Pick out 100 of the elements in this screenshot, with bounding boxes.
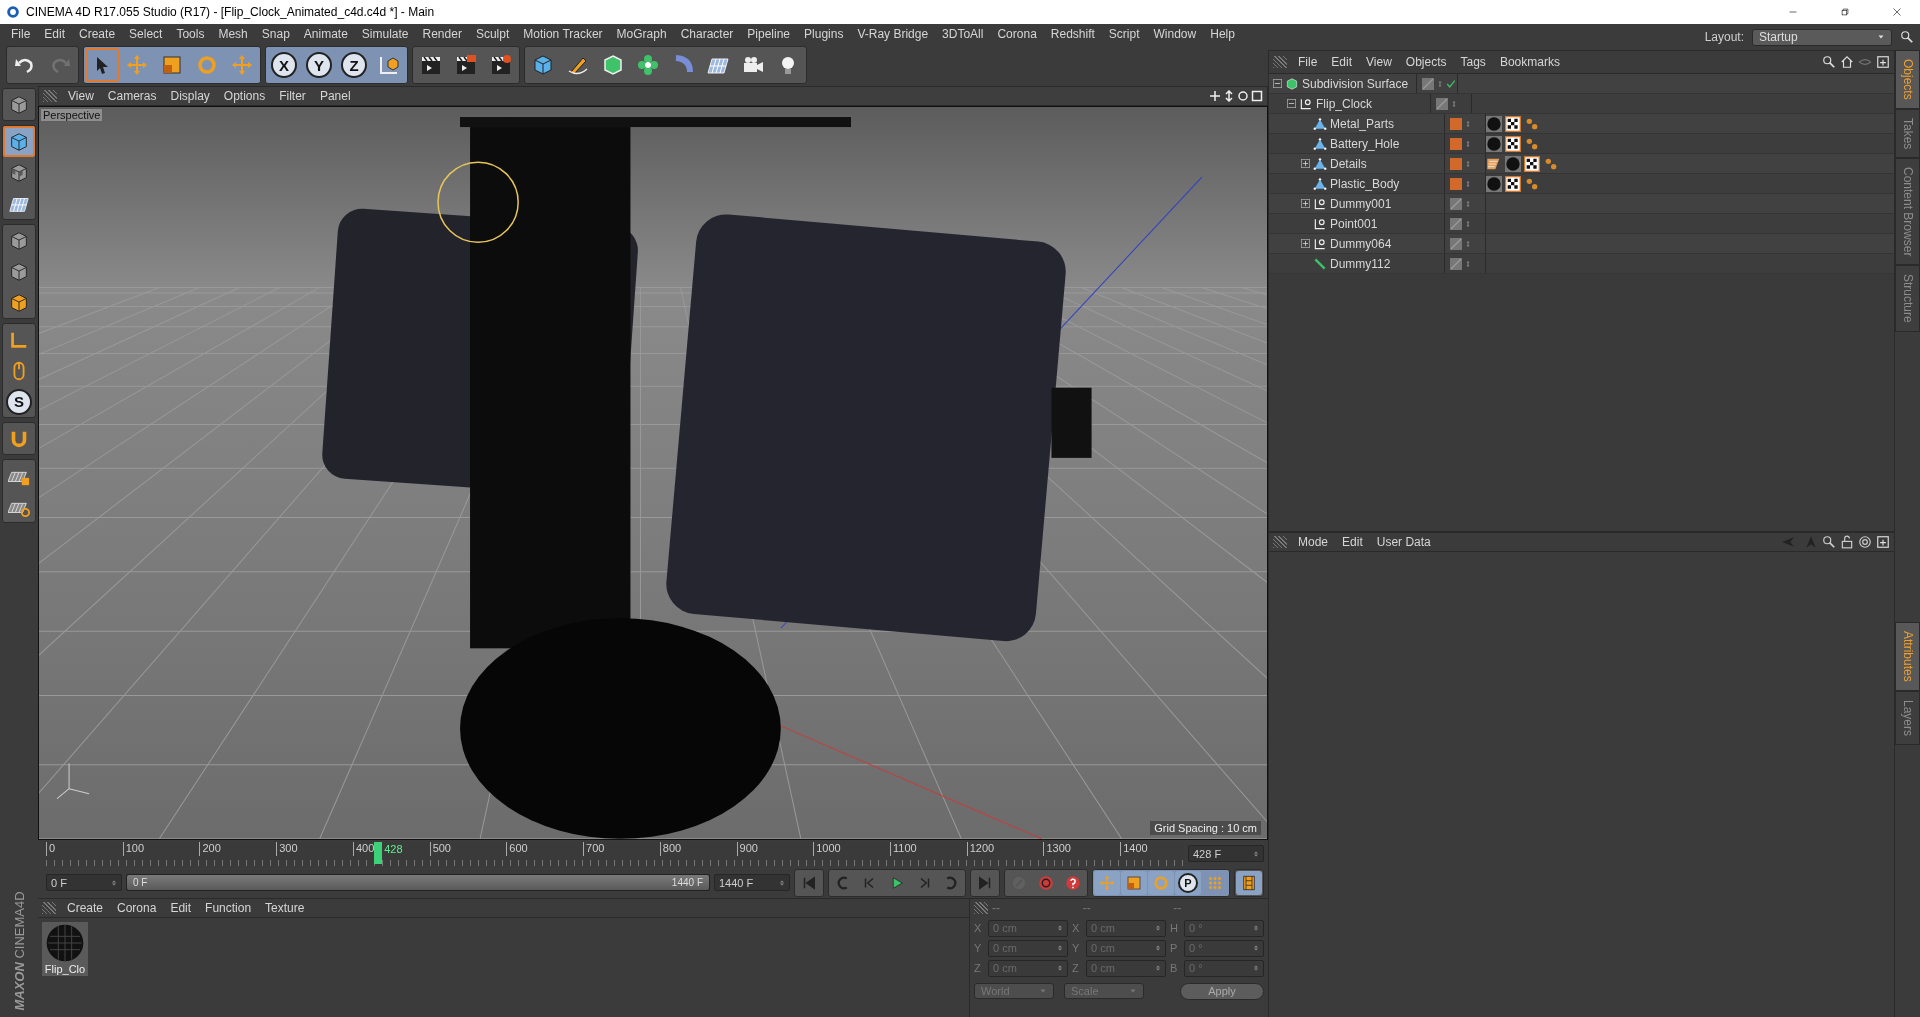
menu-item[interactable]: File (4, 27, 38, 41)
menu-item[interactable]: Filter (272, 89, 313, 103)
object-row[interactable]: Details (1269, 154, 1894, 174)
menu-item[interactable]: Mesh (211, 27, 255, 41)
menu-item[interactable]: Simulate (354, 27, 416, 41)
material-swatch[interactable]: Flip_Clo (42, 921, 88, 976)
menu-item[interactable]: Tags (1453, 55, 1493, 69)
material-tag-icon (1486, 115, 1502, 132)
expand-icon[interactable] (1301, 239, 1310, 248)
cube-button[interactable] (3, 126, 35, 157)
object-row[interactable]: Battery_Hole (1269, 134, 1894, 154)
menu-item[interactable]: Texture (258, 900, 312, 915)
panel-grip (974, 901, 988, 914)
object-row[interactable]: Dummy112 (1269, 254, 1894, 274)
menu-item[interactable]: Character (673, 27, 741, 41)
menu-item[interactable]: Redshift (1043, 27, 1102, 41)
axis-letter-button[interactable]: P (1175, 870, 1201, 895)
menu-item[interactable]: User Data (1369, 535, 1438, 549)
tick-label: 900 (736, 841, 758, 856)
collapse-icon[interactable] (1287, 99, 1296, 108)
axis-label: P (1170, 942, 1179, 955)
axis-label: X (1072, 922, 1081, 935)
playhead-marker[interactable] (374, 841, 383, 864)
object-name[interactable]: Flip_Clock (1316, 96, 1372, 111)
polygon-object-icon (1313, 156, 1327, 171)
frame-field[interactable]: 428 F (1188, 845, 1264, 863)
object-row[interactable]: Dummy001 (1269, 194, 1894, 214)
object-name[interactable]: Subdivision Surface (1302, 76, 1409, 91)
range-slider[interactable]: 0 F 1440 F (127, 875, 709, 891)
object-name[interactable]: Point001 (1330, 216, 1378, 231)
collapse-icon[interactable] (1273, 79, 1282, 88)
menu-item[interactable]: Edit (1324, 55, 1360, 69)
object-name[interactable]: Dummy001 (1330, 196, 1392, 211)
object-name[interactable]: Dummy112 (1330, 256, 1391, 271)
menu-item[interactable]: Sculpt (468, 27, 517, 41)
menu-item[interactable]: Corona (110, 900, 164, 915)
panel-grip (43, 90, 57, 102)
menu-item[interactable]: Create (60, 900, 111, 915)
object-row[interactable]: Flip_Clock (1269, 94, 1894, 114)
menu-item[interactable]: Panel (312, 89, 358, 103)
film-strip-button[interactable] (1236, 870, 1262, 895)
object-name[interactable]: Battery_Hole (1330, 136, 1400, 151)
app-logo-icon (6, 5, 20, 19)
polygon-object-icon (1313, 136, 1327, 151)
menu-item[interactable]: Edit (37, 27, 73, 41)
layer-toggle-icon (1450, 217, 1462, 230)
menu-item[interactable]: View (61, 89, 101, 103)
menu-item[interactable]: Corona (990, 27, 1044, 41)
menu-item[interactable]: 3DToAll (935, 27, 991, 41)
menu-item[interactable]: Function (198, 900, 259, 915)
object-row[interactable]: Point001 (1269, 214, 1894, 234)
start-frame-field[interactable]: 0 F (46, 874, 122, 892)
expand-icon[interactable] (1301, 199, 1310, 208)
object-row[interactable]: Dummy064 (1269, 234, 1894, 254)
object-name[interactable]: Metal_Parts (1330, 116, 1395, 131)
object-name[interactable]: Plastic_Body (1330, 176, 1400, 191)
object-name[interactable]: Dummy064 (1330, 236, 1392, 251)
object-row[interactable]: Plastic_Body (1269, 174, 1894, 194)
menu-item[interactable]: Tools (169, 27, 212, 41)
cursor-button[interactable] (85, 48, 119, 82)
dolly-icon (1223, 90, 1235, 102)
material-tag-icon (1505, 155, 1521, 172)
menu-item[interactable]: View (1359, 55, 1399, 69)
menu-item[interactable]: Edit (163, 900, 199, 915)
menu-item[interactable]: Pipeline (740, 27, 798, 41)
menu-item[interactable]: Edit (1335, 535, 1370, 549)
expand-icon[interactable] (1301, 159, 1310, 168)
menu-item[interactable]: MoGraph (609, 27, 674, 41)
tick-label: 500 (429, 841, 451, 856)
menu-item[interactable]: Motion Tracker (516, 27, 610, 41)
tick-label: 700 (583, 841, 605, 856)
menu-item[interactable]: Bookmarks (1492, 55, 1567, 69)
layout-dropdown[interactable]: Startup (1752, 28, 1892, 46)
menu-item[interactable]: Display (163, 89, 217, 103)
menu-item[interactable]: Snap (254, 27, 297, 41)
object-row[interactable]: Metal_Parts (1269, 114, 1894, 134)
menu-item[interactable]: Mode (1291, 535, 1336, 549)
menu-item[interactable]: Help (1203, 27, 1242, 41)
menu-item[interactable]: Animate (296, 27, 355, 41)
end-frame-field[interactable]: 1440 F (714, 874, 790, 892)
menu-item[interactable]: Render (415, 27, 469, 41)
menu-item[interactable]: Script (1101, 27, 1147, 41)
menu-item[interactable]: Objects (1398, 55, 1454, 69)
menu-item[interactable]: Create (72, 27, 123, 41)
menu-item[interactable]: Plugins (797, 27, 851, 41)
menu-item[interactable]: Window (1146, 27, 1204, 41)
home-icon (1840, 55, 1854, 69)
menu-item[interactable]: Select (122, 27, 170, 41)
point-cube-icon (8, 229, 30, 252)
object-name[interactable]: Details (1330, 156, 1367, 171)
object-row[interactable]: Subdivision Surface (1269, 74, 1894, 94)
polygon-object-icon (1313, 176, 1327, 191)
menu-item[interactable]: Options (216, 89, 273, 103)
menu-item[interactable]: File (1291, 55, 1325, 69)
menu-item[interactable]: V-Ray Bridge (850, 27, 936, 41)
menu-item[interactable]: Cameras (100, 89, 164, 103)
tick-label: 200 (199, 841, 221, 856)
column-header: -- (1173, 900, 1183, 915)
material-tag-icon (1486, 135, 1502, 152)
layer-toggle-icon (1422, 77, 1434, 90)
